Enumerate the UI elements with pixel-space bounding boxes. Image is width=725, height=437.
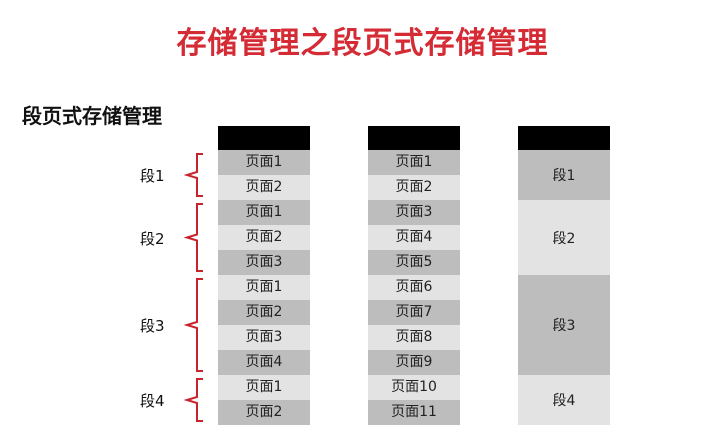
segment-page-cell: 页面2 (218, 225, 310, 250)
segment-pages-column: 页面1 页面2 页面1 页面2 页面3 页面1 页面2 页面3 页面4 页面1 页面2 (218, 126, 310, 425)
segment-label: 段1 (140, 167, 165, 185)
physical-page-cell: 页面6 (368, 275, 460, 300)
segments-column: 段1 段2 段3 段4 (518, 126, 610, 425)
segment-page-cell: 页面1 (218, 375, 310, 400)
brace-path (183, 378, 203, 422)
physical-page-cell: 页面7 (368, 300, 460, 325)
segment-brace (183, 203, 203, 272)
physical-page-cell: 页面3 (368, 200, 460, 225)
physical-page-cell: 页面5 (368, 250, 460, 275)
segment-brace (183, 378, 203, 422)
segment-brace (183, 278, 203, 372)
column-header-bar (518, 126, 610, 150)
segment-block: 段1 (518, 150, 610, 200)
brace-path (183, 278, 203, 372)
segment-brace (183, 153, 203, 197)
brace-path (183, 153, 203, 197)
section-subtitle: 段页式存储管理 (22, 104, 162, 128)
column-header-bar (218, 126, 310, 150)
segment-page-cell: 页面4 (218, 350, 310, 375)
segment-block: 段4 (518, 375, 610, 425)
segment-label: 段2 (140, 229, 165, 248)
brace-path (183, 203, 203, 272)
physical-page-cell: 页面2 (368, 175, 460, 200)
physical-page-cell: 页面4 (368, 225, 460, 250)
page-title: 存储管理之段页式存储管理 (176, 26, 549, 61)
segment-label: 段4 (140, 392, 165, 410)
segment-page-cell: 页面1 (218, 200, 310, 225)
physical-page-cell: 页面8 (368, 325, 460, 350)
physical-page-cell: 页面9 (368, 350, 460, 375)
physical-page-cell: 页面11 (368, 400, 460, 425)
segment-page-cell: 页面1 (218, 150, 310, 175)
column-header-bar (368, 126, 460, 150)
physical-page-cell: 页面1 (368, 150, 460, 175)
segment-page-cell: 页面2 (218, 175, 310, 200)
segment-block: 段3 (518, 275, 610, 375)
segment-label: 段3 (140, 317, 165, 335)
segment-page-cell: 页面3 (218, 250, 310, 275)
physical-pages-column: 页面1 页面2 页面3 页面4 页面5 页面6 页面7 页面8 页面9 页面10 页面11 (368, 126, 460, 425)
physical-page-cell: 页面10 (368, 375, 460, 400)
segment-block: 段2 (518, 200, 610, 275)
segment-page-cell: 页面2 (218, 400, 310, 425)
segment-page-cell: 页面1 (218, 275, 310, 300)
segment-page-cell: 页面2 (218, 300, 310, 325)
segment-page-cell: 页面3 (218, 325, 310, 350)
